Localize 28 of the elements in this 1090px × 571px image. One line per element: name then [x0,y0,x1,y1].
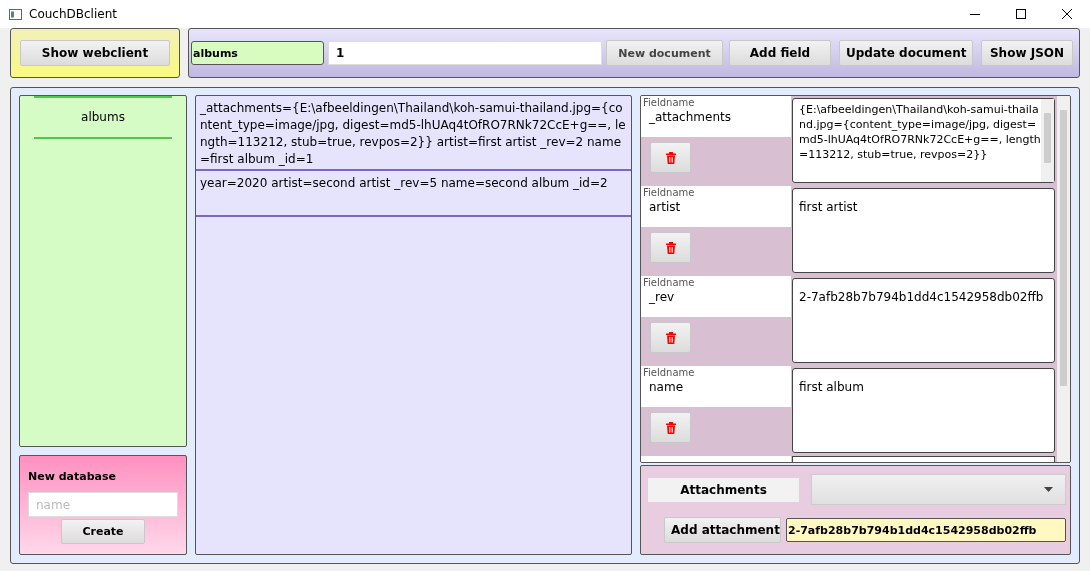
document-item[interactable]: year=2020 artist=second artist _rev=5 name=second album _id=2 [196,171,631,217]
field-name: _rev [648,289,676,305]
field-name: name [648,379,685,395]
fieldname-label: Fieldname [643,277,696,289]
toolbar-button[interactable]: Show JSON [981,40,1073,66]
create-button[interactable]: Create [61,519,145,544]
show-webclient-button[interactable]: Show webclient [20,40,170,66]
field-value-box[interactable]: first album [792,368,1055,453]
database-name-field[interactable]: name [28,492,178,517]
fieldname-label: Fieldname [643,187,696,199]
field-value-box[interactable]: {E:\afbeeldingen\Thailand\koh-samui-thailand.jpg={content_type=image/jpg, digest=md5-lhUAq4tOfRO7RNk72CcE+g==, length=113212, stub=true, revpos=2}} [792,98,1055,183]
field-name: _attachments [648,109,732,125]
document-item[interactable]: _attachments={E:\afbeeldingen\Thailand\koh-samui-thailand.jpg={content_type=image/jpg, digest=md5-lhUAq4tOfRO7RNk72CcE+g==, length=113212, stub=true, revpos=2}} artist=first artist _rev=2 name=first album _id=1 [196,96,631,171]
window-title: CouchDBclient [29,7,118,21]
database-field[interactable]: albums [191,41,324,65]
database-item[interactable]: albums [34,96,172,139]
new-database-heading: New database [28,470,116,483]
attachments-label: Attachments [648,477,799,502]
field-value-box[interactable]: first artist [792,188,1055,273]
field-name: artist [648,199,682,215]
document-id-field[interactable]: 1 [328,41,602,65]
fieldname-label: Fieldname [643,97,696,109]
toolbar-button[interactable]: Add field [729,40,831,66]
field-value-box[interactable]: 2-7afb28b7b794b1dd4c1542958db02ffb [792,278,1055,363]
revision-field[interactable]: 2-7afb28b7b794b1dd4c1542958db02ffb [786,518,1066,542]
toolbar-button[interactable]: Update document [839,40,973,66]
fieldname-label: Fieldname [643,367,696,379]
add-attachment-button[interactable]: Add attachment [664,517,781,543]
